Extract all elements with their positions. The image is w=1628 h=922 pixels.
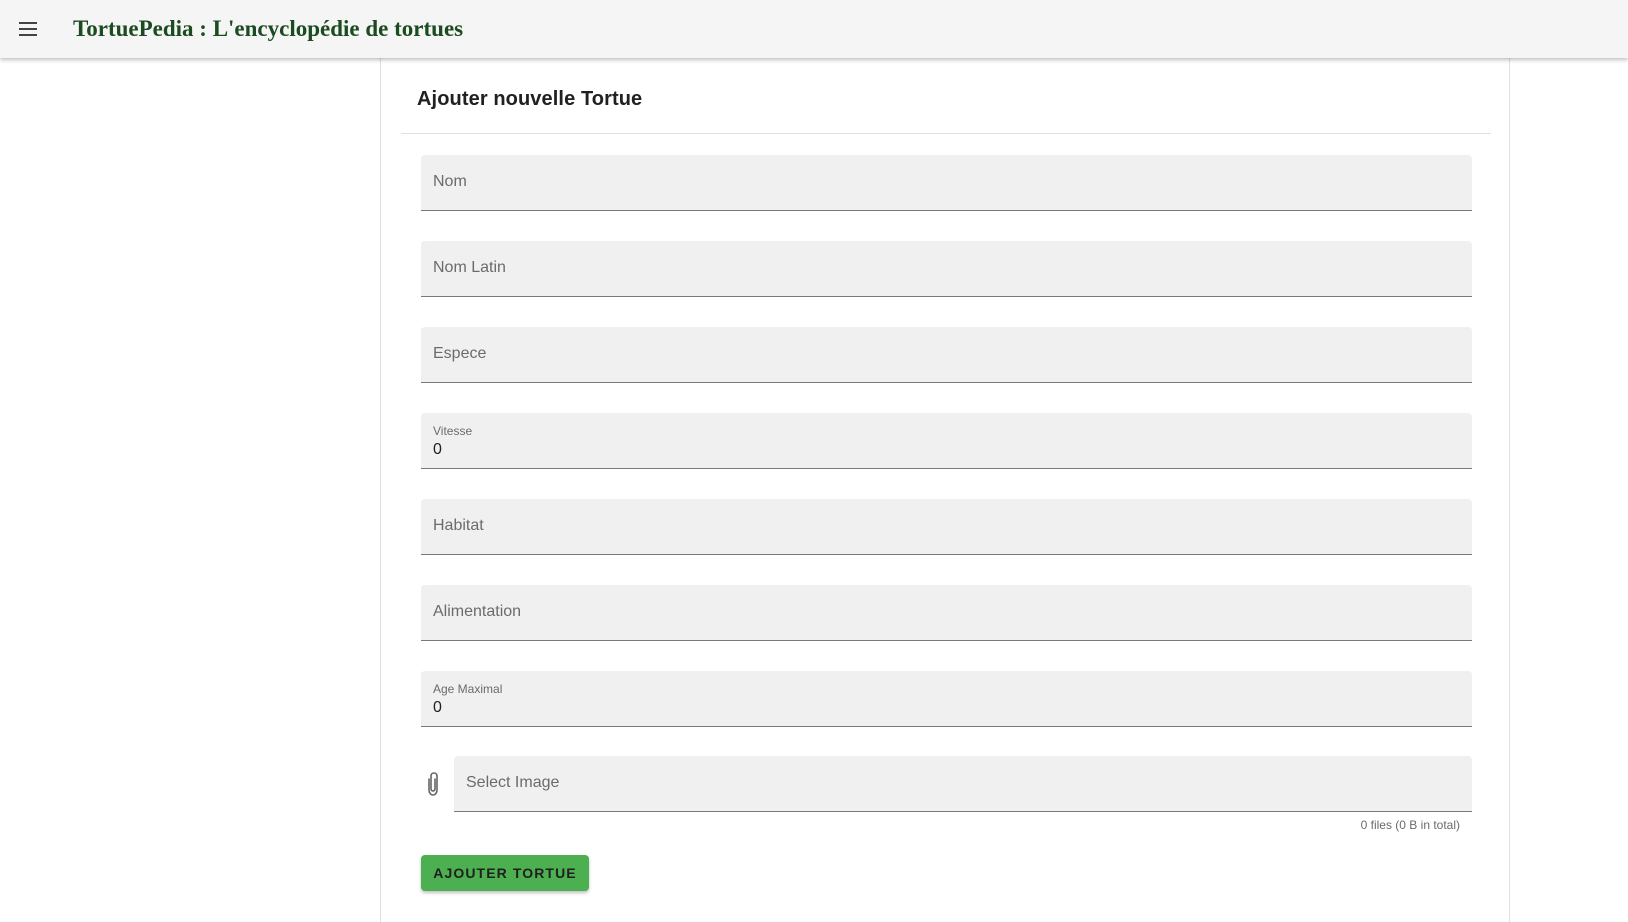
alimentation-label: Alimentation	[433, 603, 522, 620]
form-title: Ajouter nouvelle Tortue	[417, 88, 643, 110]
age-maximal-value: 0	[433, 699, 442, 716]
hamburger-menu-icon	[19, 22, 37, 36]
vitesse-field[interactable]: Vitesse 0	[421, 413, 1472, 469]
vitesse-label: Vitesse	[433, 424, 473, 438]
espece-field[interactable]: Espece	[421, 327, 1472, 383]
alimentation-field[interactable]: Alimentation	[421, 585, 1472, 641]
espece-label: Espece	[433, 345, 487, 362]
nom-field[interactable]: Nom	[421, 155, 1472, 211]
select-image-label: Select Image	[466, 774, 560, 791]
nom-label: Nom	[433, 173, 467, 190]
file-count-hint: 0 files (0 B in total)	[1360, 818, 1460, 832]
add-turtle-card: Ajouter nouvelle Tortue Nom Nom Latin Es…	[380, 58, 1510, 922]
title-divider	[401, 133, 1491, 134]
age-maximal-field[interactable]: Age Maximal 0	[421, 671, 1472, 727]
vitesse-value: 0	[433, 441, 442, 458]
nom-latin-label: Nom Latin	[433, 259, 506, 276]
select-image-input[interactable]: Select Image	[454, 756, 1472, 812]
nom-latin-field[interactable]: Nom Latin	[421, 241, 1472, 297]
image-upload-row: Select Image 0 files (0 B in total)	[421, 756, 1472, 832]
menu-button[interactable]	[0, 3, 56, 55]
paperclip-icon[interactable]	[421, 770, 445, 798]
habitat-label: Habitat	[433, 517, 484, 534]
habitat-field[interactable]: Habitat	[421, 499, 1472, 555]
add-turtle-button[interactable]: AJOUTER TORTUE	[421, 855, 589, 891]
app-title: TortuePedia : L'encyclopédie de tortues	[73, 16, 464, 41]
app-bar: TortuePedia : L'encyclopédie de tortues	[0, 0, 1628, 58]
age-maximal-label: Age Maximal	[433, 682, 503, 696]
